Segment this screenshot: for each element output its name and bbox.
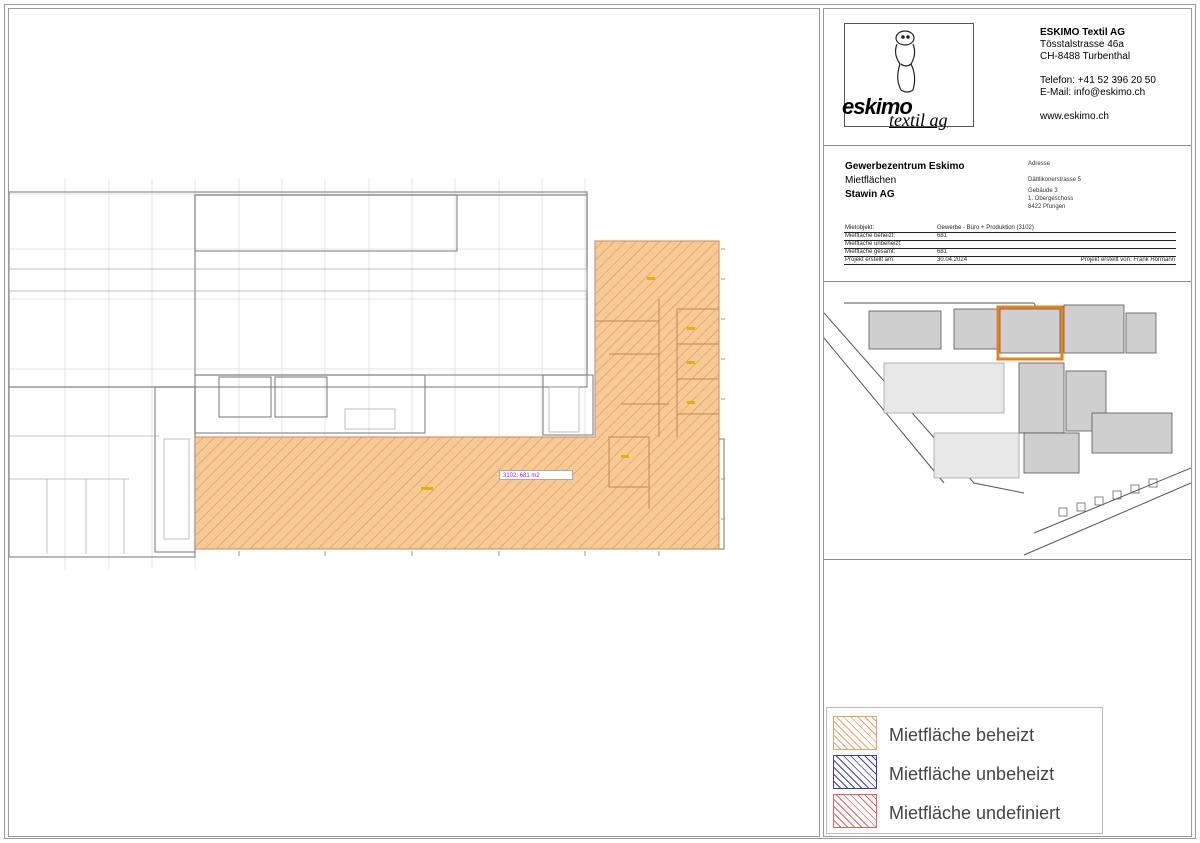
rental-info-table: Mietobjekt: Gewerbe - Büro + Produktion … (844, 225, 1176, 265)
table-row: Projekt erstellt am: 30.04.2024 Projekt … (844, 256, 1176, 265)
legend-item: Mietfläche undefiniert (833, 794, 1098, 828)
address-building: Gebäude 3 (1028, 188, 1058, 194)
address-floor: 1. Obergeschoss (1028, 196, 1074, 202)
logo-subtext: textil ag (889, 110, 948, 130)
address-city: 8422 Pfungen (1028, 204, 1066, 210)
project-subtitle: Mietflächen (845, 175, 897, 186)
title-block: eskimo textil ag ESKIMO Textil AG Tössta… (823, 8, 1192, 837)
hatch-swatch-orange (833, 716, 877, 750)
divider (824, 281, 1191, 282)
company-city: CH-8488 Turbenthal (1040, 51, 1131, 62)
legend-label: Mietfläche beheizt (889, 725, 1035, 745)
tenant-name: Stawin AG (845, 189, 895, 200)
table-row: Mietobjekt: Gewerbe - Büro + Produktion … (844, 225, 1176, 233)
company-website: www.eskimo.ch (1040, 111, 1109, 122)
floor-plan: 3102: 681 m2 (8, 8, 820, 837)
hatch-swatch-blue (833, 755, 877, 789)
legend-label: Mietfläche unbeheizt (889, 764, 1055, 784)
divider (824, 145, 1191, 146)
floor-plan-drawing (9, 179, 725, 569)
table-row: Mietfläche beheizt: 681 (844, 232, 1176, 241)
hatch-swatch-red (833, 794, 877, 828)
company-email: E-Mail: info@eskimo.ch (1040, 87, 1146, 98)
table-row: Mietfläche gesamt: 681 (844, 248, 1176, 257)
table-row: Mietfläche unbeheizt: (844, 240, 1176, 249)
project-title: Gewerbezentrum Eskimo (845, 161, 965, 172)
area-label-tag: 3102: 681 m2 (499, 470, 573, 480)
address-heading: Adresse (1028, 161, 1051, 167)
divider (824, 559, 1191, 560)
site-map (824, 283, 1191, 559)
company-street: Tösstalstrasse 46a (1040, 39, 1124, 50)
legend: Mietfläche beheizt Mietfläche unbeheizt … (826, 707, 1103, 834)
legend-item: Mietfläche unbeheizt (833, 755, 1098, 789)
project-info: Gewerbezentrum Eskimo Mietflächen Stawin… (845, 160, 964, 202)
company-phone: Telefon: +41 52 396 20 50 (1040, 75, 1156, 86)
legend-label: Mietfläche undefiniert (889, 803, 1061, 823)
address-street: Dättlikonerstrasse 5 (1028, 177, 1082, 183)
object-address: Adresse Dättlikonerstrasse 5 Gebäude 3 1… (1028, 160, 1081, 211)
legend-item: Mietfläche beheizt (833, 716, 1098, 750)
company-info: ESKIMO Textil AG Tösstalstrasse 46a CH-8… (1040, 27, 1156, 123)
company-name: ESKIMO Textil AG (1040, 27, 1126, 38)
company-logo: eskimo textil ag (842, 23, 974, 130)
